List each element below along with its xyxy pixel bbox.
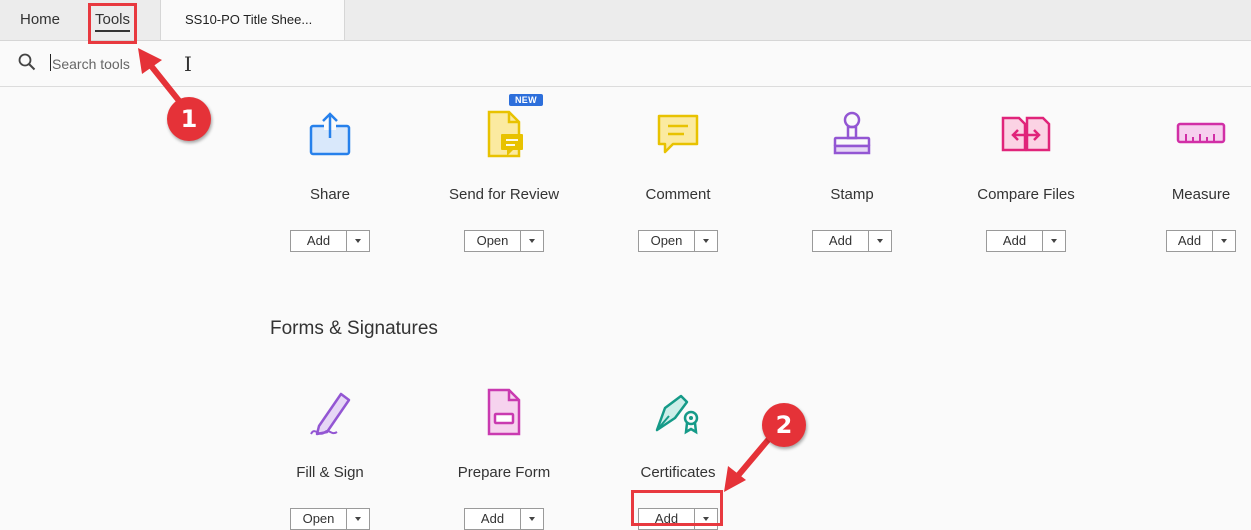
tool-label: Measure [1171,186,1231,203]
tool-prepare-form[interactable]: Prepare Form Add [424,386,584,530]
fill-sign-icon [310,392,351,436]
add-button[interactable]: Add [291,231,347,251]
certificates-add-highlight [631,490,723,526]
comment-icon [657,114,699,154]
dropdown-button[interactable] [521,509,543,529]
add-button[interactable]: Add [987,231,1043,251]
tab-home[interactable]: Home [20,0,60,40]
dropdown-button[interactable] [869,231,891,251]
stamp-icon [833,111,871,155]
chevron-down-icon [703,239,709,243]
tab-document[interactable]: SS10-PO Title Shee... [160,0,345,40]
chevron-down-icon [529,239,535,243]
tool-label: Compare Files [977,186,1075,203]
tool-comment[interactable]: Comment Open [598,108,758,258]
search-input[interactable] [50,52,354,76]
tool-label: Certificates [640,464,716,481]
tool-label: Fill & Sign [296,464,364,481]
tool-button-group: Open [290,508,370,530]
tool-button-group: Add [986,230,1066,252]
tool-send-for-review[interactable]: NEW Send for Review Open [424,94,584,258]
open-button[interactable]: Open [639,231,695,251]
tool-label: Prepare Form [457,464,551,481]
share-icon [309,112,351,156]
tool-button-group: Add [812,230,892,252]
tool-button-group: Open [464,230,544,252]
tab-bar: Home Tools SS10-PO Title Shee... [0,0,1251,41]
dropdown-button[interactable] [521,231,543,251]
measure-icon [1176,122,1226,144]
certificates-icon [655,394,699,435]
section-title-forms-signatures: Forms & Signatures [270,318,438,339]
dropdown-button[interactable] [1213,231,1235,251]
tool-measure[interactable]: Measure Add [1121,108,1251,258]
chevron-down-icon [355,517,361,521]
dropdown-button[interactable] [1043,231,1065,251]
tool-stamp[interactable]: Stamp Add [772,108,932,258]
tool-label: Stamp [830,186,874,203]
tool-label: Share [309,186,351,203]
tool-label: Comment [645,186,711,203]
tool-button-group: Add [290,230,370,252]
chevron-down-icon [877,239,883,243]
add-button[interactable]: Add [465,509,521,529]
tools-tab-highlight [88,3,137,44]
callout-number-1: 1 [167,97,211,141]
chevron-down-icon [1221,239,1227,243]
text-caret [50,54,51,71]
open-button[interactable]: Open [291,509,347,529]
new-badge: NEW [509,94,543,106]
callout-number-2: 2 [762,403,806,447]
tool-share[interactable]: Share Add [250,108,410,258]
tool-label: Send for Review [448,186,560,203]
prepare-form-icon [487,388,521,436]
compare-files-icon [1001,116,1051,152]
chevron-down-icon [355,239,361,243]
dropdown-button[interactable] [347,231,369,251]
dropdown-button[interactable] [695,231,717,251]
search-icon [18,53,36,71]
open-button[interactable]: Open [465,231,521,251]
tool-button-group: Open [638,230,718,252]
mouse-ibeam-cursor-icon: I [184,52,192,76]
tool-button-group: Add [1166,230,1236,252]
tool-fill-sign[interactable]: Fill & Sign Open [250,386,410,530]
add-button[interactable]: Add [813,231,869,251]
tool-compare-files[interactable]: Compare Files Add [946,108,1106,258]
tool-button-group: Add [464,508,544,530]
chevron-down-icon [1051,239,1057,243]
dropdown-button[interactable] [347,509,369,529]
chevron-down-icon [529,517,535,521]
send-for-review-icon [487,110,523,158]
add-button[interactable]: Add [1167,231,1213,251]
